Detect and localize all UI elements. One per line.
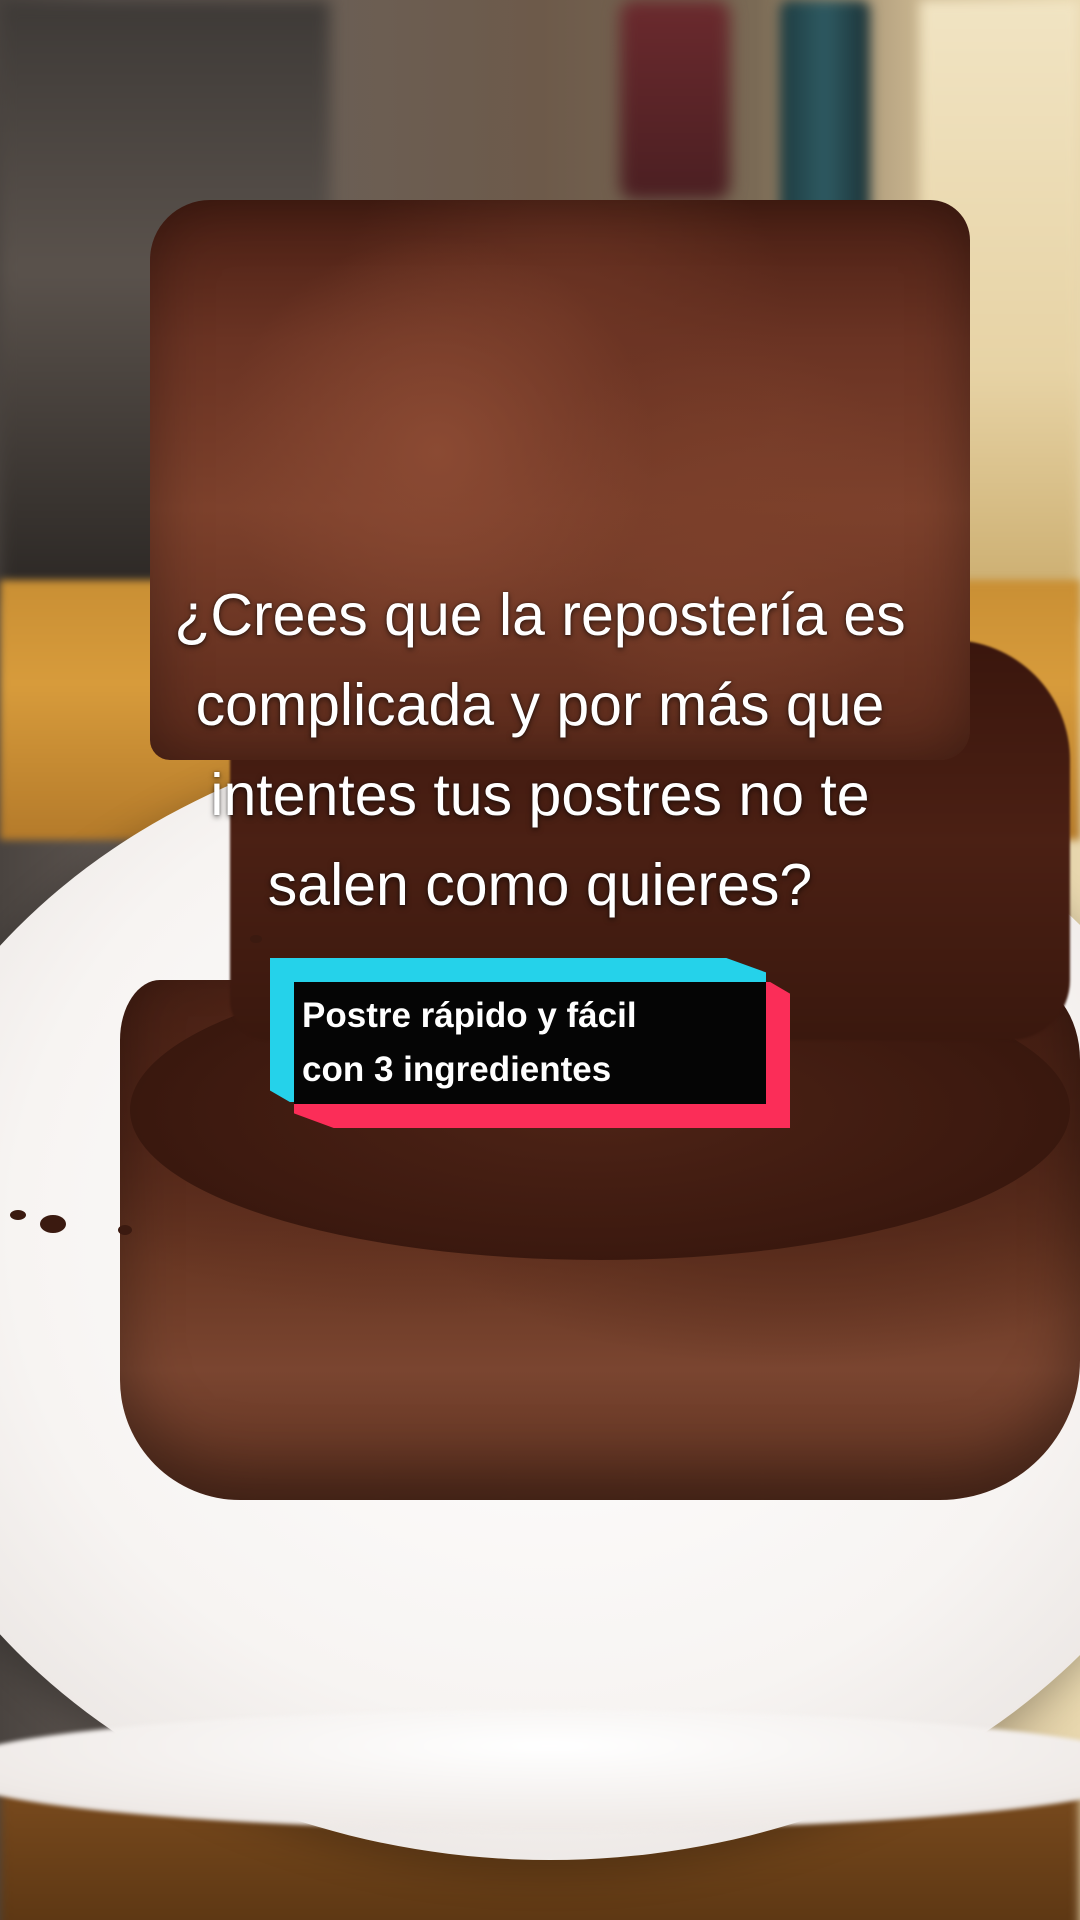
overlay-headline: ¿Crees que la repostería es complicada y… [30,570,1050,930]
caption-line: Postre rápido y fácil [302,996,637,1035]
blurred-jar [620,0,730,200]
cake-crumb [250,935,262,943]
caption-badge-face: Postre rápido y fácil con 3 ingredientes [294,982,766,1104]
headline-line: complicada y por más que [195,672,885,738]
headline-line: intentes tus postres no te [210,762,870,828]
cake-crumb [10,1210,26,1220]
plate-rim [0,1710,1080,1830]
headline-line: salen como quieres? [267,852,813,918]
cake-crumb [118,1225,132,1235]
caption-badge: Postre rápido y fácil con 3 ingredientes [270,958,790,1128]
headline-line: ¿Crees que la repostería es [174,582,906,648]
blurred-bottle [780,0,870,220]
cake-crumb [40,1215,66,1233]
caption-line: con 3 ingredientes [302,1050,612,1089]
